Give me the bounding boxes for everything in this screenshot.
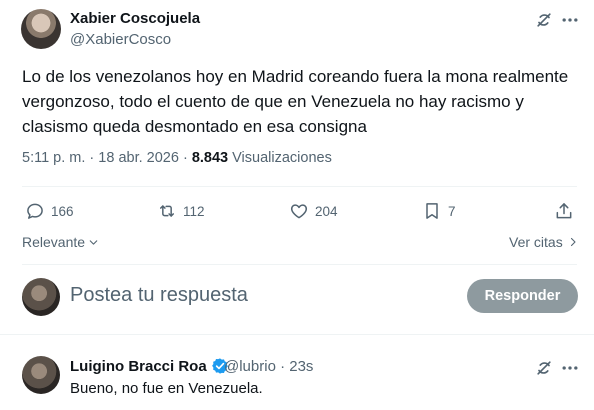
reply-text: Bueno, no fue en Venezuela. (70, 380, 263, 397)
reply-meta[interactable]: @lubrio · 23s (224, 358, 313, 375)
share-action[interactable] (554, 200, 574, 222)
retweet-action[interactable]: 112 (157, 200, 205, 222)
reply-count: 166 (51, 203, 74, 219)
like-icon (290, 204, 308, 219)
sort-dropdown[interactable]: Relevante (22, 234, 100, 250)
reply-author-name: Luigino Bracci Roa (70, 357, 207, 375)
divider (22, 264, 577, 265)
tweet-meta: 5:11 p. m. · 18 abr. 2026 · 8.843 Visual… (22, 150, 332, 166)
view-quotes-label: Ver citas (509, 234, 563, 250)
reply-action[interactable]: 166 (25, 200, 74, 222)
bookmark-action[interactable]: 7 (422, 200, 456, 222)
bookmark-count: 7 (448, 203, 456, 219)
reply-icon (27, 203, 43, 219)
more-icon[interactable] (560, 10, 580, 30)
reply-author-avatar[interactable] (22, 356, 60, 394)
view-quotes-link[interactable]: Ver citas (509, 234, 579, 250)
sort-label: Relevante (22, 234, 86, 250)
retweet-count: 112 (183, 203, 205, 219)
grok-icon[interactable] (534, 358, 554, 378)
views-label: Visualizaciones (228, 150, 332, 166)
divider (0, 334, 594, 335)
more-icon[interactable] (560, 358, 580, 378)
author-avatar[interactable] (21, 9, 61, 49)
like-count: 204 (315, 203, 338, 219)
user-avatar[interactable] (22, 278, 60, 316)
tweet-time[interactable]: 5:11 p. m. · 18 abr. 2026 · (22, 150, 192, 166)
chevron-down-icon (89, 239, 98, 245)
tweet-text: Lo de los venezolanos hoy en Madrid core… (22, 67, 569, 136)
author-handle[interactable]: @XabierCosco (70, 31, 171, 48)
chevron-right-icon (570, 237, 576, 247)
reply-input[interactable]: Postea tu respuesta (70, 284, 248, 307)
views-count: 8.843 (191, 150, 229, 166)
grok-icon[interactable] (534, 10, 554, 30)
reply-button[interactable]: Responder (467, 279, 578, 313)
share-icon (556, 203, 572, 219)
retweet-icon (160, 205, 174, 217)
author-name[interactable]: Xabier Coscojuela (70, 10, 200, 27)
bookmark-icon (426, 203, 438, 219)
reply-author[interactable]: Luigino Bracci Roa (70, 357, 229, 375)
like-action[interactable]: 204 (289, 200, 338, 222)
divider (22, 186, 577, 187)
